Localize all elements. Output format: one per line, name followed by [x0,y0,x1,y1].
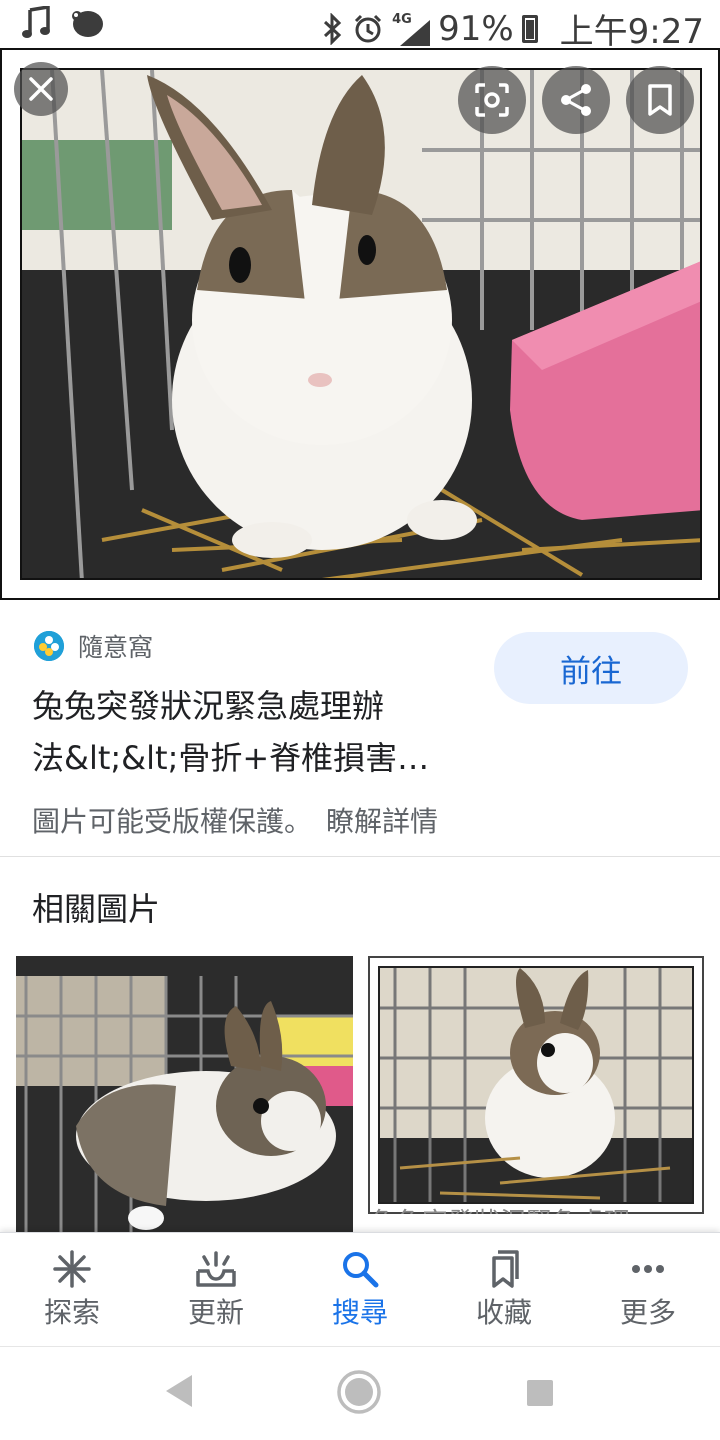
result-title-line-2: 法&lt;&lt;骨折+脊椎損害… [32,739,430,777]
bookmark-icon [648,84,672,116]
nav-label-updates: 更新 [187,1296,244,1329]
nav-item-more[interactable]: 更多 [576,1233,720,1346]
signal-icon: 4G [392,12,431,46]
result-title[interactable]: 兔兔突發狀況緊急處理辦 法&lt;&lt;骨折+脊椎損害… [32,680,462,784]
nav-label-search: 搜尋 [331,1296,388,1329]
recents-square-icon [527,1380,553,1406]
image-viewer [0,48,720,600]
search-icon [343,1252,379,1288]
battery-percent: 91% [438,8,514,49]
status-bar: 4G 91% 上午9:27 [0,0,720,52]
bottom-navigation: 探索 更新 搜尋 收藏 更多 [0,1232,720,1346]
section-divider [0,856,720,857]
music-note-icon [22,6,50,38]
source-row[interactable]: 隨意窩 [34,628,153,664]
related-image-2[interactable] [368,956,704,1214]
nav-label-more: 更多 [619,1296,676,1329]
collections-icon [492,1250,519,1288]
recents-button[interactable] [526,1379,554,1411]
bookmark-button[interactable] [626,66,694,134]
more-icon [632,1265,664,1273]
share-button[interactable] [542,66,610,134]
back-button[interactable] [164,1373,196,1413]
close-button[interactable] [14,62,68,116]
related-image-2-caption: 兔兔突發狀況緊急處理 [370,1200,700,1214]
clock: 上午9:27 [559,12,704,52]
related-image-1[interactable] [16,956,353,1232]
nav-item-updates[interactable]: 更新 [144,1233,288,1346]
nav-label-collections: 收藏 [475,1296,532,1329]
copyright-text: 圖片可能受版權保護。 [32,805,313,838]
share-icon [561,84,591,116]
system-navigation-bar [0,1346,720,1440]
lens-icon [475,83,509,117]
updates-icon [196,1251,236,1287]
visit-button[interactable]: 前往 [494,632,688,704]
nav-label-discover: 探索 [43,1296,100,1329]
copyright-notice: 圖片可能受版權保護。 瞭解詳情 [32,800,438,840]
home-button[interactable] [336,1369,382,1419]
nav-item-discover[interactable]: 探索 [0,1233,144,1346]
asterisk-icon [53,1250,91,1288]
lens-button[interactable] [458,66,526,134]
app-notification-icon [72,11,103,37]
battery-icon [521,14,538,43]
related-images-heading: 相關圖片 [32,890,161,928]
learn-more-link[interactable]: 瞭解詳情 [326,805,438,838]
result-title-line-1: 兔兔突發狀況緊急處理辦 [32,687,385,725]
home-circle-icon [337,1370,381,1414]
source-name: 隨意窩 [78,633,154,662]
rabbit-photo[interactable] [20,68,702,580]
nav-item-search[interactable]: 搜尋 [288,1233,432,1346]
nav-item-collections[interactable]: 收藏 [432,1233,576,1346]
source-logo-icon [34,631,64,661]
close-icon [29,77,53,101]
bluetooth-icon [324,12,342,45]
alarm-icon [355,14,382,42]
back-triangle-icon [166,1375,192,1407]
